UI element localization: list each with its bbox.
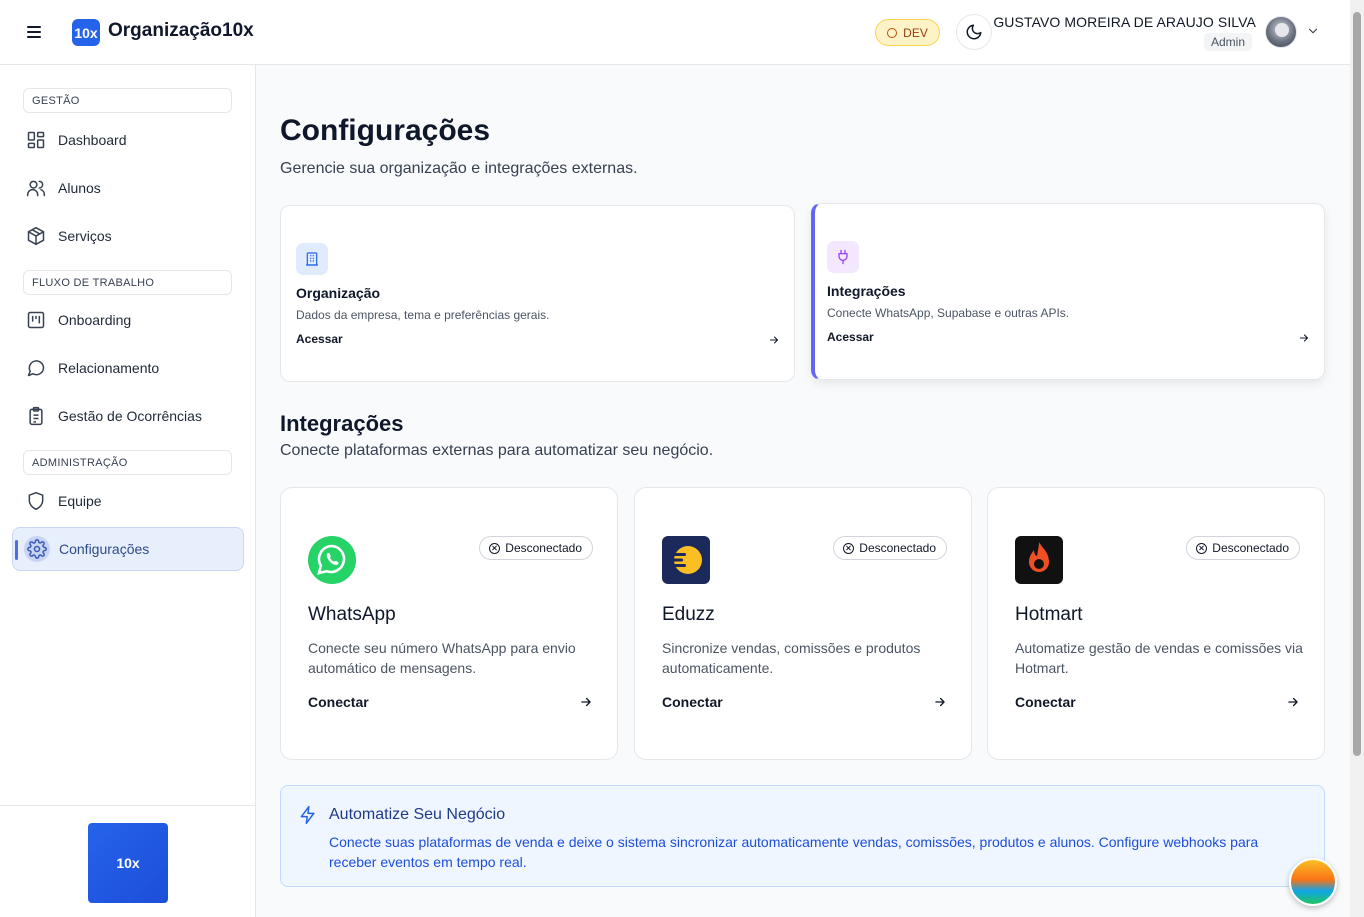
x-circle-icon: [843, 542, 855, 554]
status-label: Desconectado: [1212, 541, 1289, 555]
clipboard-icon: [29, 406, 43, 426]
integration-card-hotmart[interactable]: Desconectado Hotmart Automatize gestão d…: [987, 487, 1325, 760]
card-icon-wrap: [827, 241, 859, 273]
sidebar-item-label: Gestão de Ocorrências: [58, 408, 202, 424]
sidebar-item-label: Dashboard: [58, 132, 127, 148]
automation-info-box: Automatize Seu Negócio Conecte suas plat…: [280, 785, 1325, 887]
settings-card-organizacao[interactable]: Organização Dados da empresa, tema e pre…: [280, 205, 795, 382]
avatar[interactable]: [1265, 16, 1297, 48]
env-badge-label: DEV: [903, 25, 928, 40]
connect-link[interactable]: Conectar: [1015, 694, 1076, 710]
status-label: Desconectado: [505, 541, 582, 555]
chevron-down-icon[interactable]: [1306, 24, 1320, 38]
arrow-right-icon: [1299, 334, 1309, 342]
status-badge: Desconectado: [479, 536, 593, 560]
sidebar-section-gestao: GESTÃO: [23, 88, 232, 113]
connect-link[interactable]: Conectar: [662, 694, 723, 710]
integration-card-whatsapp[interactable]: Desconectado WhatsApp Conecte seu número…: [280, 487, 618, 760]
shield-icon: [28, 491, 44, 511]
sidebar-section-administracao: ADMINISTRAÇÃO: [23, 450, 232, 475]
gear-icon: [27, 539, 47, 559]
user-role-badge: Admin: [1203, 33, 1252, 51]
sidebar-item-label: Alunos: [58, 180, 101, 196]
hotmart-logo: [1015, 536, 1063, 584]
integrations-subtitle: Conecte plataformas externas para automa…: [280, 442, 714, 459]
env-badge: DEV: [875, 19, 940, 46]
sidebar-item-configuracoes[interactable]: Configurações: [12, 527, 244, 571]
connect-link[interactable]: Conectar: [308, 694, 369, 710]
status-badge: Desconectado: [833, 536, 947, 560]
x-circle-icon: [1196, 542, 1208, 554]
integration-name: Eduzz: [662, 604, 715, 625]
integration-card-eduzz[interactable]: Desconectado Eduzz Sincronize vendas, co…: [634, 487, 972, 760]
sidebar-item-relacionamento[interactable]: Relacionamento: [12, 346, 244, 390]
sidebar-item-label: Equipe: [58, 493, 102, 509]
sidebar-item-servicos[interactable]: Serviços: [12, 214, 244, 258]
info-title: Automatize Seu Negócio: [329, 806, 506, 823]
scrollbar[interactable]: [1350, 0, 1364, 917]
plug-icon: [838, 249, 848, 265]
integrations-title: Integrações: [280, 411, 404, 436]
sidebar-item-dashboard[interactable]: Dashboard: [12, 118, 244, 162]
sidebar-item-label: Relacionamento: [58, 360, 160, 376]
status-label: Desconectado: [859, 541, 936, 555]
users-icon: [26, 180, 46, 197]
chat-icon: [27, 360, 45, 377]
top-header: 10x Organização10x DEV GUSTAVO MOREIRA D…: [0, 0, 1350, 65]
card-access-link[interactable]: Acessar: [296, 332, 343, 346]
building-icon: [306, 252, 318, 266]
active-icon-wrap: [24, 536, 50, 562]
circle-icon: [887, 27, 898, 38]
kanban-icon: [27, 311, 45, 329]
card-access-link[interactable]: Acessar: [827, 330, 874, 344]
page-title: Configurações: [280, 114, 491, 147]
sidebar-item-equipe[interactable]: Equipe: [12, 479, 244, 523]
menu-icon[interactable]: [24, 22, 44, 42]
info-text: Conecte suas plataformas de venda e deix…: [329, 834, 1259, 870]
integration-name: WhatsApp: [308, 604, 396, 625]
sidebar-item-onboarding[interactable]: Onboarding: [12, 298, 244, 342]
sidebar-item-alunos[interactable]: Alunos: [12, 166, 244, 210]
org-logo: 10x: [72, 19, 100, 46]
whatsapp-logo: [308, 536, 356, 584]
arrow-right-icon[interactable]: [933, 695, 947, 709]
card-icon-wrap: [296, 243, 328, 275]
status-badge: Desconectado: [1186, 536, 1300, 560]
card-title: Integrações: [827, 283, 906, 299]
card-description: Conecte WhatsApp, Supabase e outras APIs…: [827, 306, 1070, 320]
x-circle-icon: [489, 542, 501, 554]
arrow-right-icon[interactable]: [579, 695, 593, 709]
card-description: Dados da empresa, tema e preferências ge…: [296, 308, 550, 322]
integration-description: Automatize gestão de vendas e comissões …: [1015, 640, 1303, 676]
sidebar-footer: 10x: [0, 805, 255, 917]
sidebar-item-ocorrencias[interactable]: Gestão de Ocorrências: [12, 394, 244, 438]
sidebar-item-label: Configurações: [59, 541, 150, 557]
integration-description: Conecte seu número WhatsApp para envio a…: [308, 640, 576, 676]
sidebar: GESTÃO Dashboard Alunos Serviços FLUXO D…: [0, 65, 256, 917]
settings-card-integracoes[interactable]: Integrações Conecte WhatsApp, Supabase e…: [811, 203, 1325, 380]
sidebar-item-label: Onboarding: [58, 312, 132, 328]
org-name: Organização10x: [108, 20, 254, 41]
floating-assistant-button[interactable]: [1289, 858, 1337, 906]
arrow-right-icon: [769, 336, 779, 344]
lightning-icon: [300, 805, 315, 825]
card-title: Organização: [296, 285, 381, 301]
arrow-right-icon[interactable]: [1286, 695, 1300, 709]
sidebar-section-fluxo: FLUXO DE TRABALHO: [23, 270, 232, 295]
sidebar-item-label: Serviços: [58, 228, 112, 244]
eduzz-logo: [662, 536, 710, 584]
moon-icon: [966, 24, 982, 40]
theme-toggle-button[interactable]: [956, 14, 992, 50]
box-icon: [27, 226, 45, 246]
dashboard-icon: [27, 131, 45, 149]
user-name: GUSTAVO MOREIRA DE ARAUJO SILVA: [993, 14, 1256, 30]
integration-name: Hotmart: [1015, 604, 1083, 625]
page-subtitle: Gerencie sua organização e integrações e…: [280, 160, 638, 177]
integration-description: Sincronize vendas, comissões e produtos …: [662, 640, 921, 676]
scrollbar-thumb[interactable]: [1353, 12, 1361, 756]
footer-logo: 10x: [88, 823, 168, 903]
